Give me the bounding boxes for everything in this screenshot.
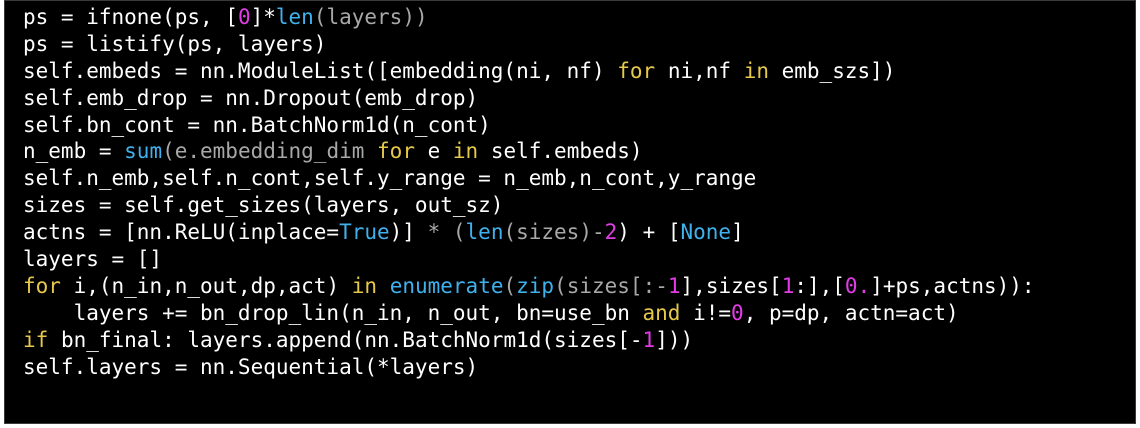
code-token: 0. [844,273,871,298]
code-token: in [743,58,769,83]
code-token: in [351,273,378,298]
code-token: self.n_emb,self.n_cont,self.y_range = n_… [23,166,757,191]
code-token: sizes = self.get_sizes(layers, out_sz) [23,193,504,218]
code-token: for [617,58,656,83]
code-line: ps = listify(ps, layers) [23,31,1035,58]
code-token: * ( [427,220,466,245]
code-token: None [680,220,732,245]
code-token: ] [731,220,744,245]
code-token: emb_szs]) [768,58,896,83]
code-token: i,(n_in,n_out,dp,act) [60,273,352,298]
code-token: , p=dp, actn=act) [743,300,959,325]
code-token: for [377,139,415,164]
code-token: True [339,220,390,245]
code-line: self.bn_cont = nn.BatchNorm1d(n_cont) [23,112,1035,139]
code-token: actns = [nn.ReLU(inplace= [23,220,340,245]
code-token: n_emb = [23,139,125,164]
code-token: (sizes)- [503,220,605,245]
code-token: ps = listify(ps, layers) [23,31,327,56]
code-block: ps = ifnone(ps, [0]*len(layers)) ps = lis… [23,4,1035,380]
code-line: for i,(n_in,n_out,dp,act) in enumerate(z… [23,273,1035,300]
code-token: 1 [642,327,656,352]
code-token: len [465,220,504,245]
code-token: ps = ifnone(ps, [ [23,5,238,29]
code-token: 1 [781,273,795,298]
code-token: and [642,300,681,325]
code-token: enumerate [389,273,504,298]
code-token: )] [389,220,428,245]
code-token: self.bn_cont = nn.BatchNorm1d(n_cont) [23,112,491,137]
code-token: ( [503,273,517,298]
code-token: 1 [667,273,681,298]
code-token: bn_final: layers.append(nn.BatchNorm1d(s… [48,327,643,352]
code-token: 0 [731,300,744,325]
code-token: ])) [655,327,694,352]
code-token: in [452,139,479,164]
code-token: (sizes[:- [554,273,668,298]
code-token: :],[ [794,273,845,298]
code-line: ps = ifnone(ps, [0]*len(layers)) [23,4,1035,31]
code-token: self.embeds) [478,139,643,164]
code-token: ]* [250,5,276,29]
code-token: ni,nf [655,58,744,83]
code-token: 0 [237,5,251,29]
code-token: len [275,5,314,29]
code-token: (layers)) [313,5,428,29]
code-line: layers = [] [23,246,1035,273]
code-line: sizes = self.get_sizes(layers, out_sz) [23,192,1035,219]
code-line: if bn_final: layers.append(nn.BatchNorm1… [23,327,1035,354]
code-token: self.layers = nn.Sequential(*layers) [23,354,479,379]
code-snippet-panel: ps = ifnone(ps, [0]*len(layers)) ps = lis… [4,0,1136,424]
code-token: i!= [680,300,732,325]
code-token: layers += bn_drop_lin(n_in, n_out, bn=us… [23,300,643,325]
code-token: ],sizes[ [680,273,782,298]
code-token: 2 [604,220,618,245]
code-token: self.embeds = nn.ModuleList([embedding(n… [23,58,618,83]
code-token: self.emb_drop = nn.Dropout(emb_drop) [23,85,479,110]
code-token: if [23,327,49,352]
code-token: (e.embedding_dim [162,139,378,164]
code-line: self.layers = nn.Sequential(*layers) [23,354,1035,381]
code-token: ]+ps,actns)): [870,273,1035,298]
code-line: self.emb_drop = nn.Dropout(emb_drop) [23,85,1035,112]
code-line: actns = [nn.ReLU(inplace=True)] * (len(s… [23,219,1035,246]
code-token: for [23,273,61,298]
code-line: n_emb = sum(e.embedding_dim for e in sel… [23,138,1035,165]
code-token: layers = [] [23,247,163,272]
code-token: zip [516,273,555,298]
code-token: ) + [ [617,220,681,245]
code-token: sum [124,139,163,164]
code-line: self.embeds = nn.ModuleList([embedding(n… [23,58,1035,85]
code-line: self.n_emb,self.n_cont,self.y_range = n_… [23,165,1035,192]
code-line: layers += bn_drop_lin(n_in, n_out, bn=us… [23,300,1035,327]
code-token: e [414,139,453,164]
